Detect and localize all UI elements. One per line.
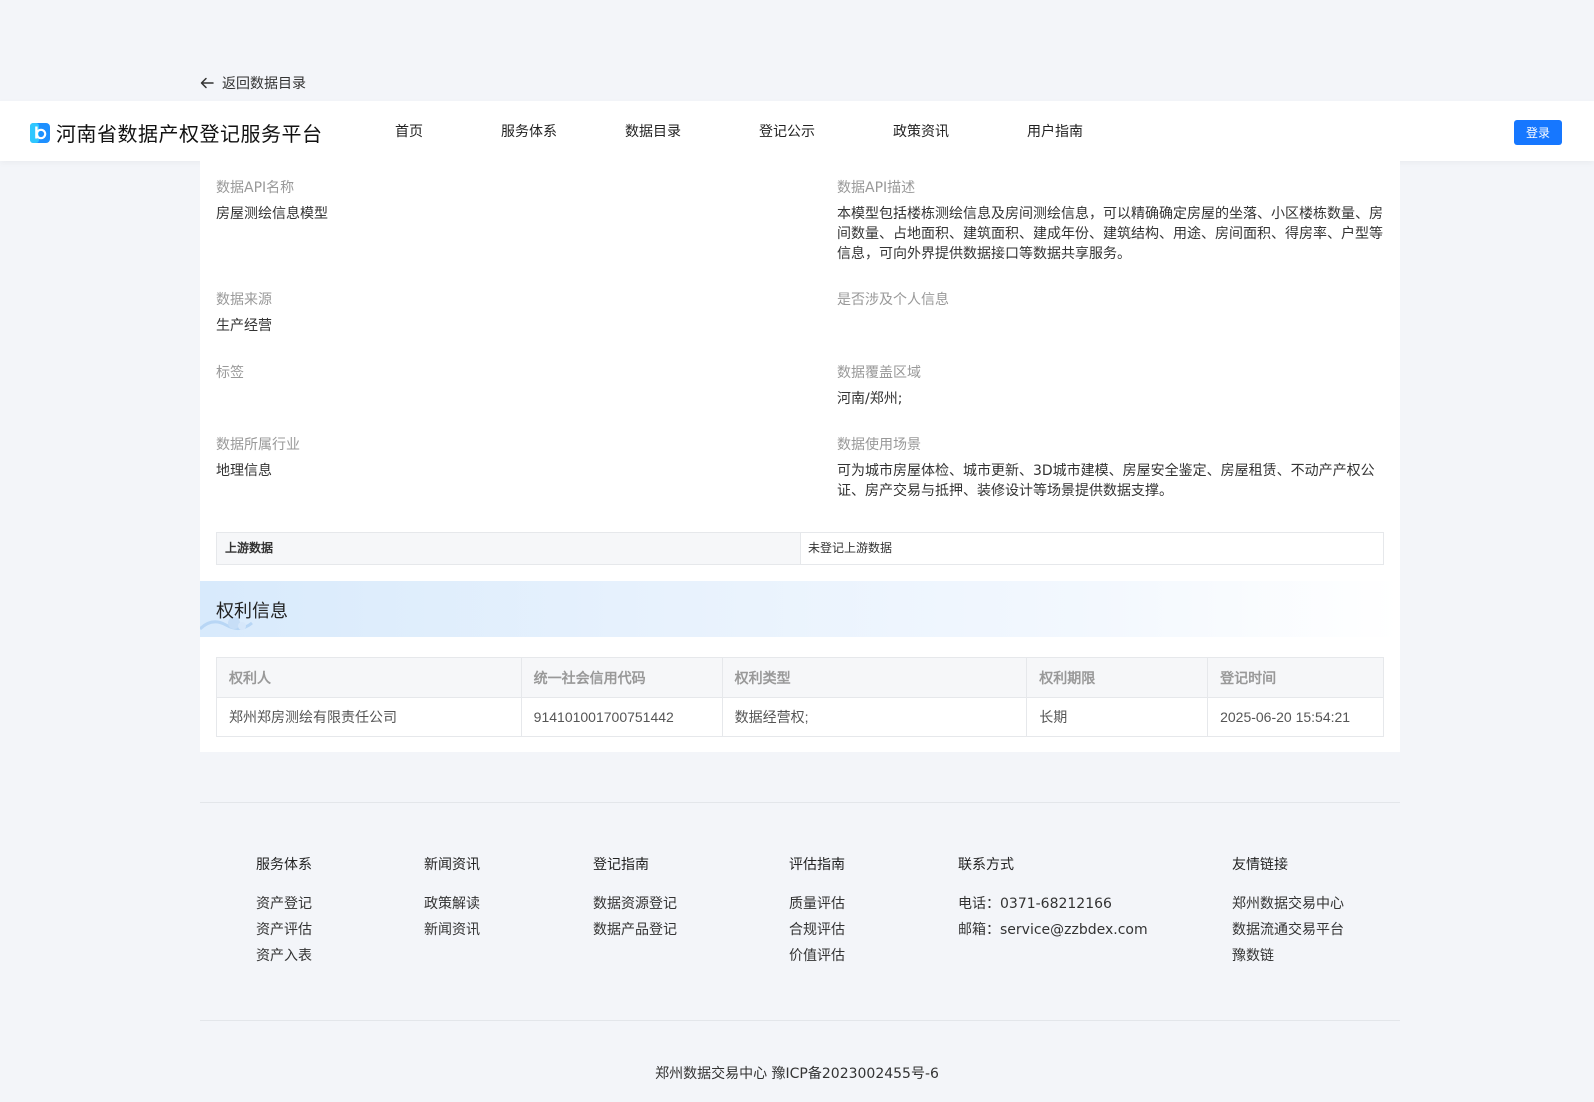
- footer-link[interactable]: 数据产品登记: [593, 920, 677, 940]
- field-label: 数据覆盖区域: [837, 365, 921, 381]
- arrow-left-icon: [200, 77, 214, 89]
- field-label: 数据API名称: [216, 180, 295, 196]
- rights-section-title: 权利信息: [216, 601, 288, 622]
- field-api-description: 数据API描述 本模型包括楼栋测绘信息及房间测绘信息，可以精确确定房屋的坐落、小…: [837, 178, 1383, 264]
- top-header: 河南省数据产权登记服务平台 首页 服务体系 数据目录 登记公示 政策资讯 用户指…: [0, 101, 1594, 161]
- field-value: 本模型包括楼栋测绘信息及房间测绘信息，可以精确确定房屋的坐落、小区楼栋数量、房间…: [837, 206, 1383, 262]
- footer-col-contact: 联系方式 电话：0371-68212166 邮箱：service@zzbdex.…: [958, 855, 1148, 946]
- footer-col-news: 新闻资讯 政策解读 新闻资讯: [424, 855, 480, 946]
- footer-col-evaluation-guide: 评估指南 质量评估 合规评估 价值评估: [789, 855, 845, 972]
- footer-col-friend-links: 友情链接 郑州数据交易中心 数据流通交易平台 豫数链: [1232, 855, 1344, 972]
- field-data-source: 数据来源 生产经营: [216, 290, 272, 336]
- detail-card: 数据API名称 房屋测绘信息模型 数据API描述 本模型包括楼栋测绘信息及房间测…: [200, 161, 1400, 752]
- field-label: 数据API描述: [837, 180, 916, 196]
- table-header-row: 权利人 统一社会信用代码 权利类型 权利期限 登记时间: [216, 657, 1384, 698]
- platform-logo-icon: [30, 122, 50, 143]
- field-personal-info: 是否涉及个人信息: [837, 290, 949, 316]
- footer-link[interactable]: 价值评估: [789, 946, 845, 966]
- upstream-data-row: 上游数据 未登记上游数据: [216, 532, 1384, 565]
- field-industry: 数据所属行业 地理信息: [216, 435, 300, 481]
- field-label: 数据所属行业: [216, 437, 300, 453]
- back-link-label: 返回数据目录: [222, 76, 306, 92]
- table-cell-term: 长期: [1026, 697, 1209, 737]
- field-label: 是否涉及个人信息: [837, 292, 949, 308]
- footer-col-title: 评估指南: [789, 857, 845, 873]
- nav-item-policy[interactable]: 政策资讯: [893, 121, 949, 141]
- rights-section-header: 权利信息: [200, 581, 1400, 637]
- main-nav: 首页 服务体系 数据目录 登记公示 政策资讯 用户指南: [395, 121, 1161, 141]
- footer-link[interactable]: 数据资源登记: [593, 894, 677, 914]
- footer-link[interactable]: 资产登记: [256, 894, 312, 914]
- footer-link[interactable]: 豫数链: [1232, 946, 1344, 966]
- footer-col-title: 联系方式: [958, 857, 1014, 873]
- nav-item-user-guide[interactable]: 用户指南: [1027, 121, 1083, 141]
- footer-col-services: 服务体系 资产登记 资产评估 资产入表: [256, 855, 312, 972]
- table-row: 郑州郑房测绘有限责任公司 914101001700751442 数据经营权; 长…: [216, 697, 1384, 737]
- contact-email: 邮箱：service@zzbdex.com: [958, 922, 1148, 938]
- footer-link[interactable]: 资产评估: [256, 920, 312, 940]
- table-cell-holder: 郑州郑房测绘有限责任公司: [216, 697, 522, 737]
- footer-link[interactable]: 合规评估: [789, 920, 845, 940]
- login-button[interactable]: 登录: [1514, 120, 1562, 145]
- footer-col-title: 服务体系: [256, 857, 312, 873]
- footer-divider-bottom: [200, 1020, 1400, 1021]
- footer-col-register-guide: 登记指南 数据资源登记 数据产品登记: [593, 855, 677, 946]
- column-header: 权利期限: [1026, 657, 1209, 698]
- nav-item-public-notice[interactable]: 登记公示: [759, 121, 815, 141]
- field-tags: 标签: [216, 363, 244, 389]
- footer-link[interactable]: 政策解读: [424, 894, 480, 914]
- field-label: 数据来源: [216, 292, 272, 308]
- column-header: 权利人: [216, 657, 522, 698]
- platform-title: 河南省数据产权登记服务平台: [56, 122, 323, 146]
- contact-phone: 电话：0371-68212166: [958, 896, 1112, 912]
- upstream-label: 上游数据: [217, 533, 801, 564]
- field-usage-scenario: 数据使用场景 可为城市房屋体检、城市更新、3D城市建模、房屋安全鉴定、房屋租赁、…: [837, 435, 1383, 501]
- footer-link[interactable]: 郑州数据交易中心: [1232, 894, 1344, 914]
- table-cell-credit-code: 914101001700751442: [520, 697, 723, 737]
- table-cell-right-type: 数据经营权;: [721, 697, 1028, 737]
- footer-link[interactable]: 资产入表: [256, 946, 312, 966]
- column-header: 权利类型: [721, 657, 1028, 698]
- footer-col-title: 新闻资讯: [424, 857, 480, 873]
- field-value: 河南/郑州;: [837, 391, 903, 407]
- field-value: 地理信息: [216, 463, 272, 479]
- nav-item-catalog[interactable]: 数据目录: [625, 121, 681, 141]
- field-value: 可为城市房屋体检、城市更新、3D城市建模、房屋安全鉴定、房屋租赁、不动产产权公证…: [837, 463, 1375, 499]
- field-coverage-region: 数据覆盖区域 河南/郑州;: [837, 363, 921, 409]
- footer-link[interactable]: 质量评估: [789, 894, 845, 914]
- field-value: 生产经营: [216, 318, 272, 334]
- copyright-text: 郑州数据交易中心 豫ICP备2023002455号-6: [655, 1066, 939, 1082]
- upstream-value: 未登记上游数据: [808, 541, 893, 555]
- field-api-name: 数据API名称 房屋测绘信息模型: [216, 178, 328, 224]
- field-label: 标签: [216, 365, 244, 381]
- field-value: 房屋测绘信息模型: [216, 206, 328, 222]
- footer-link[interactable]: 新闻资讯: [424, 920, 480, 940]
- table-cell-register-time: 2025-06-20 15:54:21: [1207, 697, 1384, 737]
- nav-item-home[interactable]: 首页: [395, 121, 423, 141]
- column-header: 统一社会信用代码: [520, 657, 723, 698]
- footer-col-title: 登记指南: [593, 857, 649, 873]
- back-to-catalog-link[interactable]: 返回数据目录: [200, 73, 306, 93]
- footer-col-title: 友情链接: [1232, 857, 1288, 873]
- nav-item-services[interactable]: 服务体系: [501, 121, 557, 141]
- field-label: 数据使用场景: [837, 437, 921, 453]
- column-header: 登记时间: [1207, 657, 1384, 698]
- footer-link[interactable]: 数据流通交易平台: [1232, 920, 1344, 940]
- rights-table: 权利人 统一社会信用代码 权利类型 权利期限 登记时间 郑州郑房测绘有限责任公司…: [216, 657, 1384, 737]
- footer-divider: [200, 802, 1400, 803]
- brand[interactable]: 河南省数据产权登记服务平台: [30, 118, 323, 147]
